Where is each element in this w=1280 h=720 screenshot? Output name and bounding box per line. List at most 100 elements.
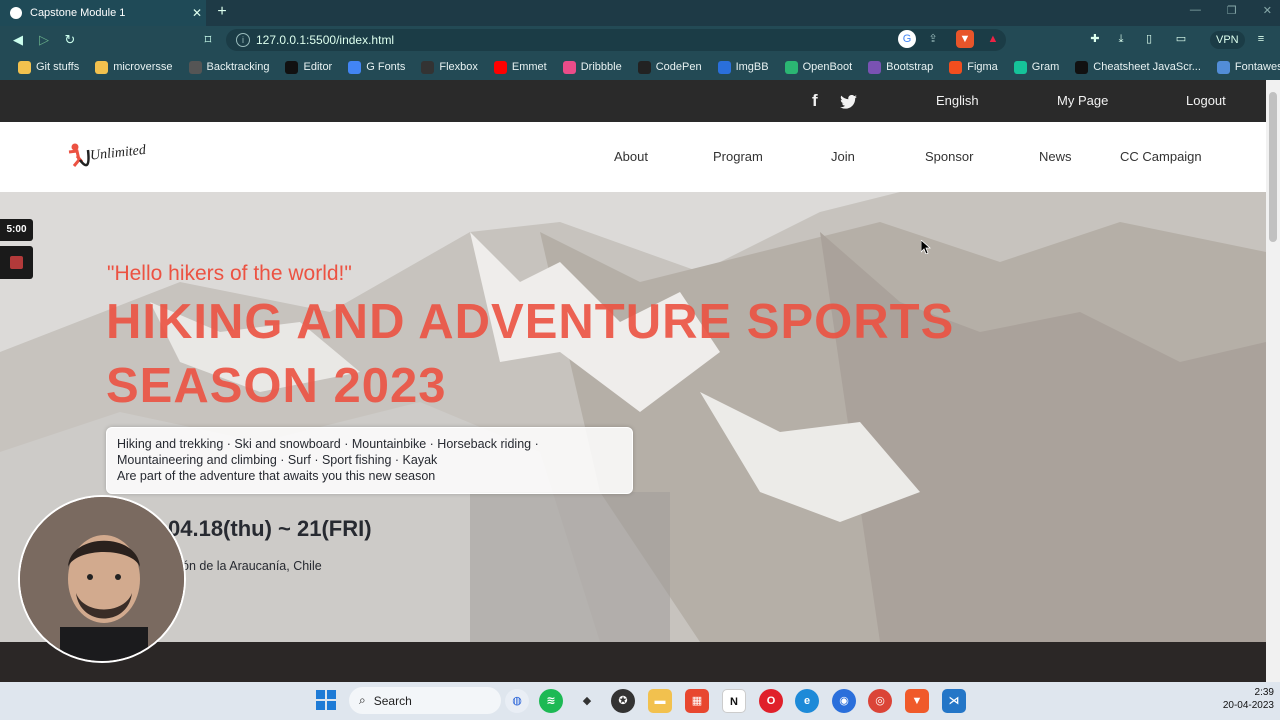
twitter-icon[interactable] bbox=[840, 80, 857, 122]
bookmark-label: Emmet bbox=[511, 61, 547, 73]
vpn-button[interactable]: VPN bbox=[1210, 31, 1245, 49]
clock-date: 20-04-2023 bbox=[1222, 700, 1274, 711]
bookmark-item[interactable]: G Fonts bbox=[340, 60, 413, 74]
wallet-icon[interactable]: ▭ bbox=[1172, 30, 1190, 48]
google-lens-icon[interactable]: G bbox=[898, 30, 916, 48]
bookmark-item[interactable]: microversse bbox=[87, 60, 180, 74]
webpage: f English My Page Logout Unlimited About… bbox=[0, 80, 1266, 682]
taskbar-search[interactable]: ⌕ Search bbox=[349, 687, 501, 714]
taskbar-app-icon[interactable]: ◍ bbox=[505, 689, 529, 713]
folder-icon bbox=[95, 60, 109, 74]
maximize-icon[interactable]: ❐ bbox=[1227, 4, 1237, 17]
codepen-icon bbox=[637, 60, 651, 74]
bookmark-label: Fontawesome bbox=[1234, 61, 1280, 73]
chrome-icon[interactable]: ◎ bbox=[868, 689, 892, 713]
bookmark-item[interactable]: ImgBB bbox=[710, 60, 777, 74]
activities-box: Hiking and trekking · Ski and snowboard … bbox=[106, 427, 633, 494]
facebook-icon[interactable]: f bbox=[812, 80, 818, 122]
close-window-icon[interactable]: ✕ bbox=[1263, 4, 1272, 17]
site-logo[interactable]: Unlimited bbox=[66, 138, 156, 176]
bookmark-label: ImgBB bbox=[735, 61, 769, 73]
vscode-icon[interactable]: ⋊ bbox=[942, 689, 966, 713]
tab-close-icon[interactable]: ✕ bbox=[188, 6, 206, 20]
brave-rewards-icon[interactable]: ▲ bbox=[984, 30, 1002, 48]
bookmark-label: Editor bbox=[303, 61, 333, 73]
taskbar-app-icon[interactable]: ▦ bbox=[685, 689, 709, 713]
taskbar-clock[interactable]: 2:39 20-04-2023 bbox=[1198, 686, 1274, 712]
bookmark-item[interactable]: Figma bbox=[941, 60, 1006, 74]
page-scrollbar[interactable] bbox=[1266, 80, 1280, 682]
taskbar-app-icon[interactable]: ◆ bbox=[575, 689, 599, 713]
mypage-link[interactable]: My Page bbox=[1057, 80, 1108, 122]
browser-tab-bar: Capstone Module 1 ✕ + — ❐ ✕ bbox=[0, 0, 1280, 26]
bookmark-item[interactable]: Gram bbox=[1006, 60, 1068, 74]
flexbox-icon bbox=[421, 60, 435, 74]
notion-icon[interactable]: N bbox=[722, 689, 746, 713]
browser-toolbar: ◀ ▷ ↻ ⌑ i 127.0.0.1:5500/index.html G ⇪ … bbox=[0, 26, 1280, 54]
opera-icon[interactable]: O bbox=[759, 689, 783, 713]
hero-section: "Hello hikers of the world!" HIKING AND … bbox=[0, 192, 1266, 642]
edge-icon[interactable]: e bbox=[795, 689, 819, 713]
nav-about[interactable]: About bbox=[614, 122, 648, 192]
back-arrow-icon[interactable]: ◀ bbox=[8, 30, 28, 50]
bookmark-page-icon[interactable]: ⌑ bbox=[198, 30, 218, 50]
bookmark-label: Dribbble bbox=[580, 61, 622, 73]
bookmark-item[interactable]: Editor bbox=[277, 60, 340, 74]
bookmark-item[interactable]: Backtracking bbox=[181, 60, 278, 74]
language-link[interactable]: English bbox=[936, 80, 979, 122]
bookmark-label: Flexbox bbox=[439, 61, 478, 73]
logout-link[interactable]: Logout bbox=[1186, 80, 1226, 122]
nav-sponsor[interactable]: Sponsor bbox=[925, 122, 973, 192]
reload-icon[interactable]: ↻ bbox=[60, 30, 80, 50]
github-desktop-icon[interactable]: ✪ bbox=[611, 689, 635, 713]
bookmark-item[interactable]: Emmet bbox=[486, 60, 555, 74]
sidebar-icon[interactable]: ▯ bbox=[1140, 30, 1158, 48]
share-icon[interactable]: ⇪ bbox=[924, 30, 942, 48]
site-info-icon[interactable]: i bbox=[236, 33, 250, 47]
windows-taskbar bbox=[0, 682, 1280, 720]
nav-cc-campaign[interactable]: CC Campaign bbox=[1120, 122, 1202, 192]
bookmark-item[interactable]: Flexbox bbox=[413, 60, 486, 74]
brave-shield-icon[interactable]: ▼ bbox=[956, 30, 974, 48]
bookmark-item[interactable]: Cheatsheet JavaScr... bbox=[1067, 60, 1209, 74]
headline-line-2: SEASON 2023 bbox=[106, 359, 447, 413]
jc-icon bbox=[285, 60, 299, 74]
file-explorer-icon[interactable]: ▬ bbox=[648, 689, 672, 713]
stop-icon bbox=[10, 256, 23, 269]
bookmark-label: G Fonts bbox=[366, 61, 406, 73]
headline-line-1: HIKING AND ADVENTURE SPORTS bbox=[106, 295, 955, 349]
bookmark-item[interactable]: Bootstrap bbox=[860, 60, 941, 74]
nav-news[interactable]: News bbox=[1039, 122, 1072, 192]
forward-arrow-icon[interactable]: ▷ bbox=[34, 30, 54, 50]
spotify-icon[interactable]: ≋ bbox=[539, 689, 563, 713]
windows-start-icon[interactable] bbox=[314, 689, 338, 713]
github-icon bbox=[1075, 60, 1089, 74]
bookmark-label: Cheatsheet JavaScr... bbox=[1093, 61, 1201, 73]
downloads-icon[interactable]: ⤓ bbox=[1112, 30, 1130, 48]
stop-recording-button[interactable] bbox=[0, 246, 33, 279]
address-bar[interactable]: i 127.0.0.1:5500/index.html bbox=[226, 29, 1006, 51]
activities-line-3: Are part of the adventure that awaits yo… bbox=[117, 469, 436, 483]
bookmark-item[interactable]: Git stuffs bbox=[10, 60, 87, 74]
logo-text: Unlimited bbox=[89, 143, 147, 164]
extensions-icon[interactable]: ✚ bbox=[1086, 30, 1104, 48]
new-tab-button[interactable]: + bbox=[212, 2, 232, 22]
recording-timer: 5:00 bbox=[0, 219, 33, 241]
scrollbar-thumb[interactable] bbox=[1269, 92, 1277, 242]
firefox-icon[interactable]: ◉ bbox=[832, 689, 856, 713]
search-icon: ⌕ bbox=[359, 693, 366, 707]
nav-program[interactable]: Program bbox=[713, 122, 763, 192]
youtube-icon bbox=[493, 60, 507, 74]
bookmark-item[interactable]: OpenBoot bbox=[777, 60, 861, 74]
bookmark-label: Gram bbox=[1031, 61, 1060, 73]
bookmark-item[interactable]: Dribbble bbox=[555, 60, 630, 74]
menu-icon[interactable]: ≡ bbox=[1252, 30, 1270, 48]
bookmark-item[interactable]: Fontawesome bbox=[1209, 60, 1280, 74]
webcam-overlay bbox=[18, 495, 186, 663]
brave-icon[interactable]: ▼ bbox=[905, 689, 929, 713]
bookmark-item[interactable]: CodePen bbox=[630, 60, 710, 74]
browser-tab[interactable]: Capstone Module 1 ✕ bbox=[0, 0, 206, 26]
minimize-icon[interactable]: — bbox=[1190, 4, 1201, 17]
nav-join[interactable]: Join bbox=[831, 122, 855, 192]
top-strip: f English My Page Logout bbox=[0, 80, 1266, 122]
